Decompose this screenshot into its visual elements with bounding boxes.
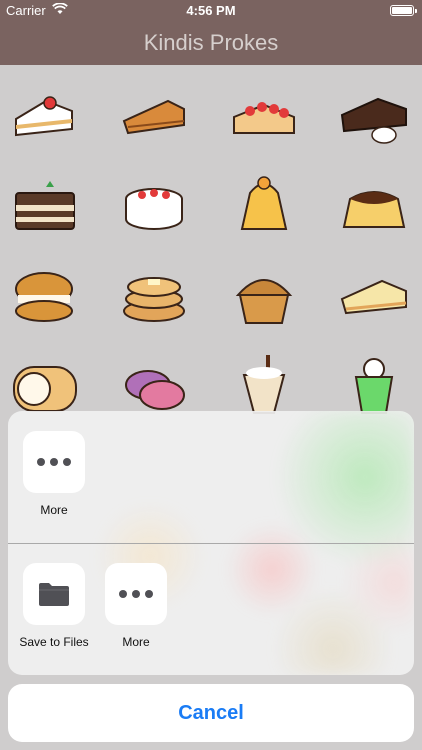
- clock: 4:56 PM: [186, 3, 236, 18]
- chocolate-cake-icon: [340, 97, 407, 144]
- more-action[interactable]: More: [22, 431, 86, 517]
- cancel-button[interactable]: Cancel: [8, 684, 414, 742]
- more-tile-2[interactable]: [105, 563, 167, 625]
- share-sheet: More Save to Files More: [8, 411, 414, 675]
- more-label-2: More: [122, 635, 150, 649]
- sticker-cell[interactable]: [338, 79, 410, 151]
- strawberry-shortcake-icon: [15, 96, 73, 137]
- apple-pie-icon: [122, 99, 185, 135]
- sticker-cell[interactable]: [228, 169, 300, 241]
- fruit-cake-icon: [125, 188, 183, 230]
- tiramisu-icon: [15, 181, 75, 230]
- cream-puff-icon: [15, 272, 73, 322]
- pudding-icon: [342, 191, 406, 228]
- page-title: Kindis Prokes: [143, 30, 279, 55]
- more-action-2[interactable]: More: [104, 563, 168, 649]
- more-icon: [37, 458, 71, 466]
- mont-blanc-icon: [240, 176, 288, 230]
- more-icon: [119, 590, 153, 598]
- more-label: More: [40, 503, 68, 517]
- save-to-files-action[interactable]: Save to Files: [19, 563, 89, 649]
- more-tile[interactable]: [23, 431, 85, 493]
- sticker-cell[interactable]: [338, 169, 410, 241]
- row-divider: [8, 543, 414, 544]
- sticker-cell[interactable]: [228, 79, 300, 151]
- status-bar: Carrier 4:56 PM: [0, 0, 422, 22]
- navigation-bar: Kindis Prokes: [0, 22, 422, 65]
- pancakes-icon: [123, 277, 185, 322]
- strawberry-tart-icon: [233, 102, 295, 134]
- sticker-cell[interactable]: [228, 259, 300, 331]
- folder-icon: [39, 583, 69, 606]
- battery-icon: [390, 5, 417, 16]
- sticker-cell[interactable]: [8, 79, 80, 151]
- muffin-icon: [235, 279, 293, 324]
- sticker-cell[interactable]: [118, 169, 190, 241]
- sticker-cell[interactable]: [338, 259, 410, 331]
- sticker-cell[interactable]: [118, 259, 190, 331]
- sticker-cell[interactable]: [8, 169, 80, 241]
- save-to-files-tile[interactable]: [23, 563, 85, 625]
- sticker-cell[interactable]: [8, 259, 80, 331]
- sticker-cell[interactable]: [118, 79, 190, 151]
- cheesecake-icon: [340, 279, 407, 315]
